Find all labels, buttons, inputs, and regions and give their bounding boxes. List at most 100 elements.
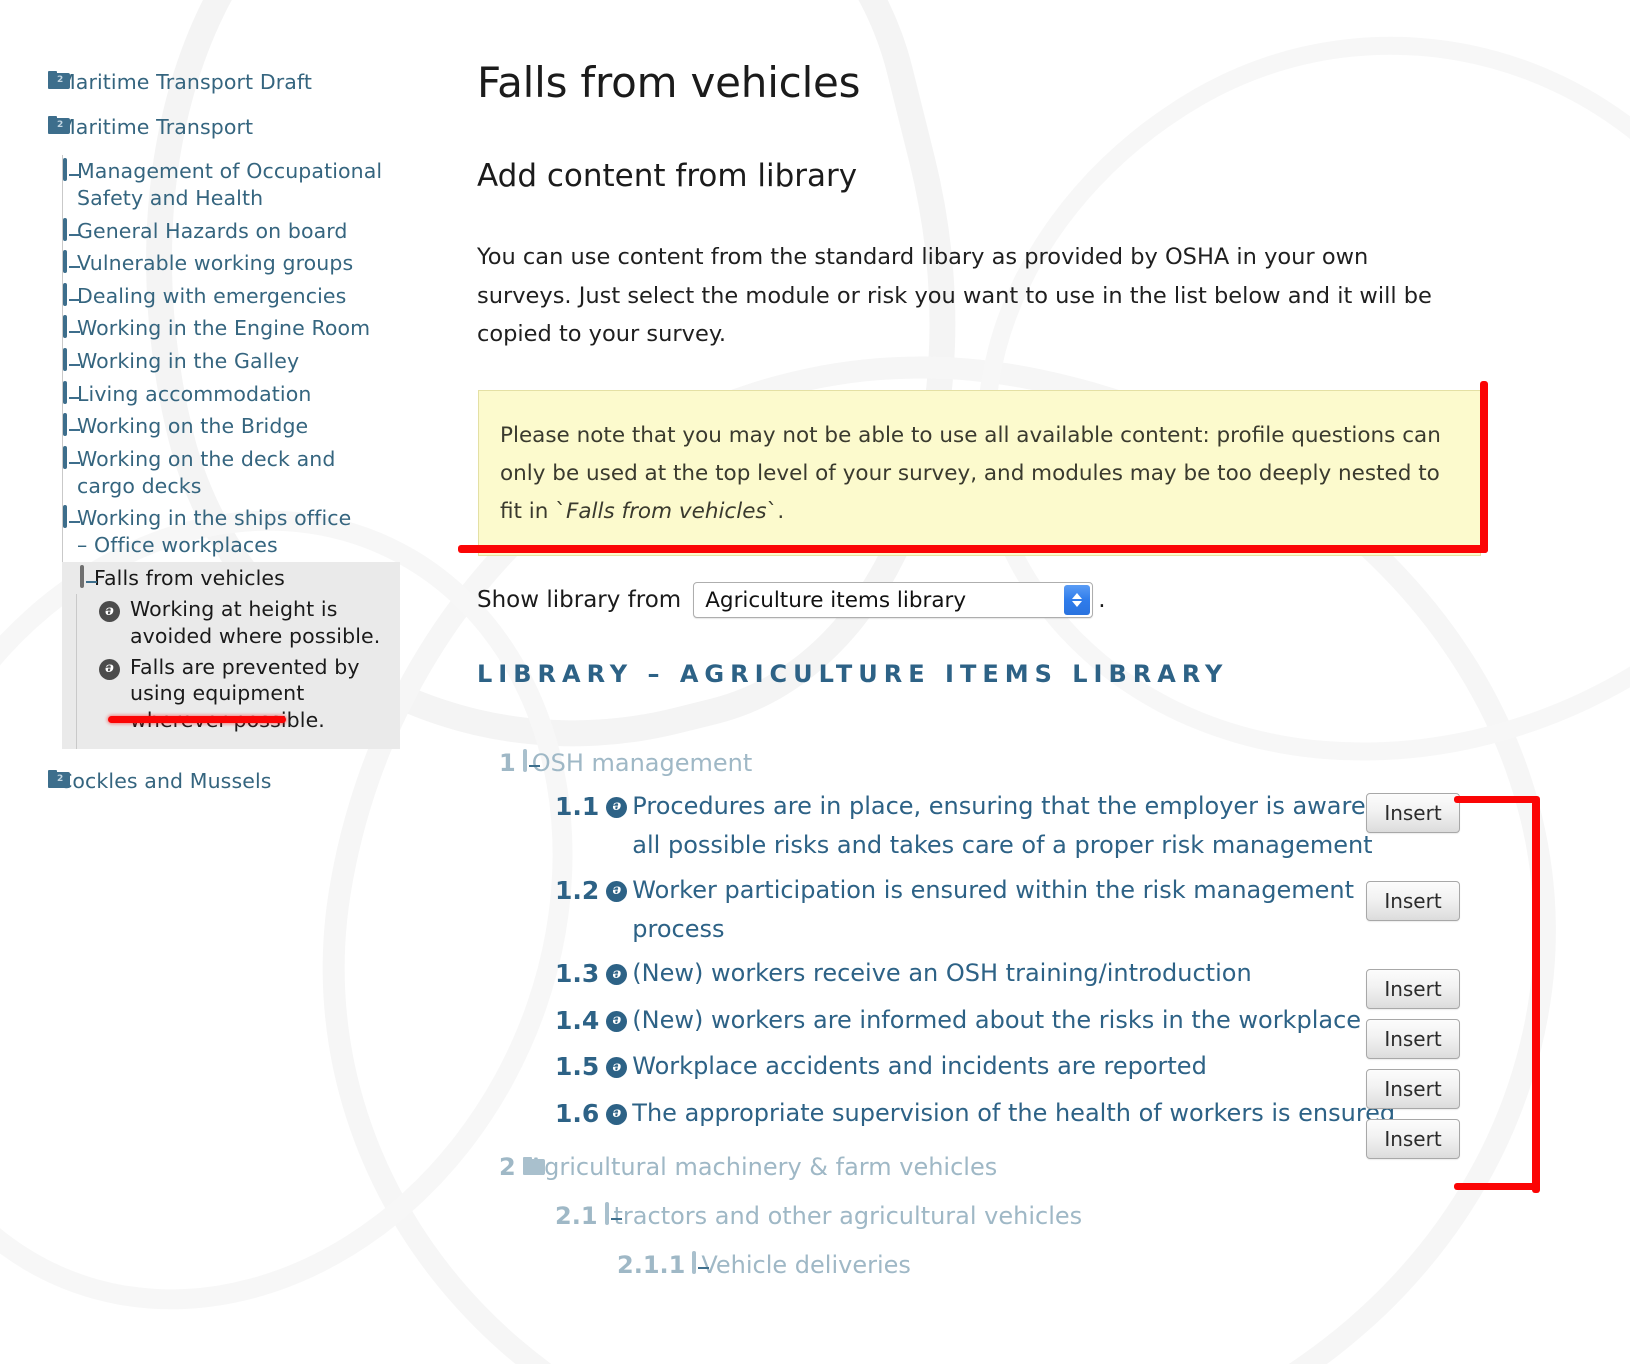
annotation-insert-bottom-tick — [1454, 1183, 1540, 1190]
section-title: Add content from library — [477, 158, 857, 194]
sidebar-item-label: Cockles and Mussels — [58, 768, 272, 795]
sidebar-item-label: Vulnerable working groups — [77, 250, 353, 277]
module-icon — [63, 507, 67, 528]
module-icon — [63, 350, 67, 371]
risk-icon: ə — [99, 598, 120, 622]
library-row-label: Vehicle deliveries — [701, 1246, 911, 1285]
notice-text-after: `. — [767, 499, 785, 524]
sidebar-item-cockles-and-mussels[interactable]: 2 Cockles and Mussels — [48, 765, 448, 798]
sidebar-item-working-in-the-galley[interactable]: Working in the Galley — [63, 345, 448, 378]
sidebar-item-maritime-transport[interactable]: 2 Maritime Transport — [48, 111, 448, 144]
module-icon — [80, 567, 84, 588]
library-row-label: The appropriate supervision of the healt… — [632, 1094, 1395, 1133]
sidebar-item-general-hazards-on-board[interactable]: General Hazards on board — [63, 215, 448, 248]
library-row-label: Workplace accidents and incidents are re… — [632, 1047, 1207, 1086]
risk-icon: ə — [606, 1054, 627, 1078]
sidebar-children-maritime-transport: Management of Occupational Safety and He… — [62, 155, 448, 561]
library-row-label: (New) workers are informed about the ris… — [632, 1001, 1361, 1040]
module-icon — [63, 383, 67, 404]
insert-button-1-3[interactable]: Insert — [1366, 969, 1460, 1009]
library-select[interactable]: Agriculture items library — [693, 582, 1093, 618]
library-row-number: 2.1.1 — [617, 1246, 685, 1285]
module-icon — [63, 415, 67, 436]
insert-button-1-5[interactable]: Insert — [1366, 1069, 1460, 1109]
module-icon — [523, 751, 527, 770]
sidebar-item-label: Working on the deck and cargo decks — [77, 446, 369, 499]
sidebar-selected-children: ə Working at height is avoided where pos… — [76, 594, 400, 749]
library-row-osh-management: 1 OSH management — [477, 744, 1630, 783]
sidebar-item-working-in-the-ships-office[interactable]: Working in the ships office – Office wor… — [63, 502, 448, 561]
chevron-updown-icon[interactable] — [1064, 585, 1090, 615]
survey-tree-sidebar: 2 Maritime Transport Draft 2 Maritime Tr… — [0, 0, 470, 1364]
sidebar-item-living-accommodation[interactable]: Living accommodation — [63, 378, 448, 411]
library-row-label: OSH management — [532, 744, 753, 783]
library-row-number: 1 — [499, 744, 516, 783]
module-icon — [605, 1204, 609, 1223]
library-selector-label: Show library from — [477, 587, 681, 613]
sidebar-item-working-on-the-bridge[interactable]: Working on the Bridge — [63, 410, 448, 443]
annotation-insert-top-tick — [1454, 796, 1540, 803]
sidebar-item-falls-from-vehicles[interactable]: Falls from vehicles — [62, 562, 400, 595]
intro-paragraph: You can use content from the standard li… — [477, 238, 1432, 354]
annotation-insert-right-bar — [1532, 798, 1540, 1193]
insert-button-1-2[interactable]: Insert — [1366, 881, 1460, 921]
page-title: Falls from vehicles — [477, 58, 860, 107]
sidebar-item-label: Dealing with emergencies — [77, 283, 346, 310]
sidebar-item-management-of-osh[interactable]: Management of Occupational Safety and He… — [63, 155, 448, 214]
sidebar-item-label: Living accommodation — [77, 381, 311, 408]
sidebar-item-label: Maritime Transport — [58, 114, 253, 141]
module-icon — [63, 285, 67, 306]
sidebar-item-label: Management of Occupational Safety and He… — [77, 158, 448, 211]
module-icon — [63, 160, 67, 181]
page-root: 2 Maritime Transport Draft 2 Maritime Tr… — [0, 0, 1630, 1364]
insert-button-1-6[interactable]: Insert — [1366, 1119, 1460, 1159]
sidebar-item-label: Falls from vehicles — [94, 565, 285, 592]
risk-icon: ə — [606, 878, 627, 902]
module-icon — [63, 448, 67, 469]
risk-icon: ə — [99, 656, 120, 680]
folder-badge-label: 2 — [57, 119, 63, 132]
risk-icon: ə — [606, 794, 627, 818]
library-row-2-1: 2.1 tractors and other agricultural vehi… — [477, 1197, 1630, 1236]
sidebar-item-dealing-with-emergencies[interactable]: Dealing with emergencies — [63, 280, 448, 313]
insert-button-1-1[interactable]: Insert — [1366, 793, 1460, 833]
library-row-number: 2.1 — [555, 1197, 598, 1236]
module-icon — [63, 220, 67, 241]
sidebar-item-label: Working at height is avoided where possi… — [130, 596, 400, 649]
sidebar-item-label: Working in the ships office – Office wor… — [77, 505, 352, 558]
module-icon — [692, 1253, 696, 1272]
sidebar-item-label: Maritime Transport Draft — [58, 69, 312, 96]
sidebar-item-maritime-transport-draft[interactable]: 2 Maritime Transport Draft — [48, 66, 448, 99]
sidebar-risk-item-working-at-height[interactable]: ə Working at height is avoided where pos… — [77, 594, 400, 651]
library-row-label: Agricultural machinery & farm vehicles — [528, 1148, 998, 1187]
sidebar-item-working-in-the-engine-room[interactable]: Working in the Engine Room — [63, 312, 448, 345]
library-row-label: (New) workers receive an OSH training/in… — [632, 954, 1251, 993]
folder-badge-label: 2 — [57, 74, 63, 87]
risk-icon: ə — [606, 1101, 627, 1125]
availability-notice: Please note that you may not be able to … — [478, 390, 1481, 556]
insert-button-1-4[interactable]: Insert — [1366, 1019, 1460, 1059]
sidebar-item-label: General Hazards on board — [77, 218, 348, 245]
library-row-2-1-1: 2.1.1 Vehicle deliveries — [477, 1246, 1630, 1285]
library-row-label: tractors and other agricultural vehicles — [614, 1197, 1083, 1236]
sidebar-item-vulnerable-working-groups[interactable]: Vulnerable working groups — [63, 247, 448, 280]
module-icon — [63, 317, 67, 338]
notice-emphasis: Falls from vehicles — [566, 499, 767, 524]
library-row-number: 1.5 — [555, 1047, 599, 1088]
risk-icon: ə — [606, 1008, 627, 1032]
survey-tree: 2 Maritime Transport Draft 2 Maritime Tr… — [48, 66, 448, 810]
library-row-number: 1.6 — [555, 1094, 599, 1135]
library-row-label: Procedures are in place, ensuring that t… — [632, 787, 1422, 865]
library-row-number: 2 — [499, 1148, 516, 1187]
sidebar-item-label: Working in the Engine Room — [77, 315, 370, 342]
library-row-number: 1.1 — [555, 787, 599, 828]
sidebar-item-label: Working on the Bridge — [77, 413, 308, 440]
library-row-number: 1.4 — [555, 1001, 599, 1042]
folder-badge-label: 2 — [57, 773, 63, 786]
library-selector-trailing-period: . — [1098, 587, 1105, 613]
annotation-notice-right-bar — [1480, 381, 1488, 553]
module-icon — [63, 252, 67, 273]
library-row-label: Worker participation is ensured within t… — [632, 871, 1392, 949]
sidebar-item-working-on-the-deck-and-cargo-decks[interactable]: Working on the deck and cargo decks — [63, 443, 448, 502]
library-select-value: Agriculture items library — [694, 588, 966, 613]
